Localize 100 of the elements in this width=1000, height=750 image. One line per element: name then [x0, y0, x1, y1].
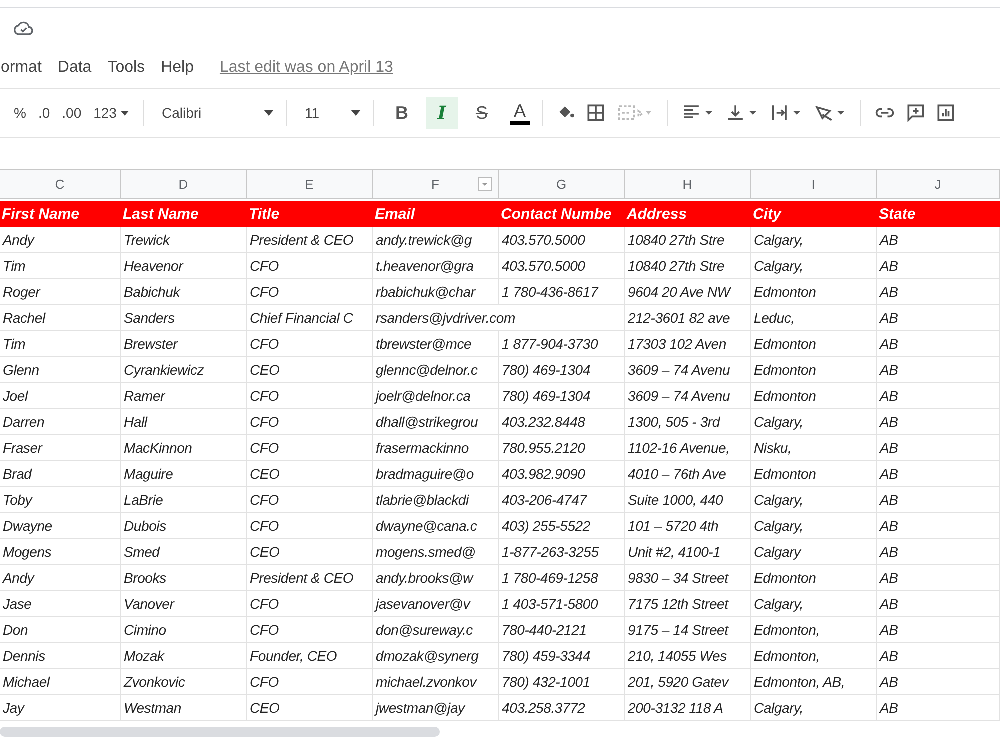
- table-cell: Tim: [3, 336, 26, 352]
- table-cell: Calgary,: [754, 414, 804, 430]
- table-cell: tbrewster@mce: [376, 336, 472, 352]
- table-cell: mogens.smed@: [376, 544, 476, 560]
- number-format-dropdown[interactable]: 123: [92, 105, 131, 121]
- header-cell: State: [877, 201, 1000, 227]
- menu-item[interactable]: ormat: [1, 57, 42, 79]
- table-cell: michael.zvonkov: [376, 674, 476, 690]
- menu-item[interactable]: Tools: [108, 57, 146, 79]
- table-cell: CFO: [250, 440, 279, 456]
- table-cell: AB: [880, 648, 898, 664]
- table-cell: AB: [880, 518, 898, 534]
- table-cell: 10840 27th Stre: [628, 258, 725, 274]
- table-cell: AB: [880, 414, 898, 430]
- table-cell: Edmonton: [754, 284, 816, 300]
- horizontal-scrollbar[interactable]: [0, 727, 440, 737]
- text-style-button[interactable]: I: [426, 97, 458, 129]
- font-size-dropdown[interactable]: 11: [304, 105, 361, 121]
- column-header[interactable]: J: [877, 170, 1000, 199]
- table-cell: 201, 5920 Gatev: [628, 674, 729, 690]
- column-header[interactable]: F: [373, 170, 499, 199]
- table-cell: Unit #2, 4100-1: [628, 544, 721, 560]
- table-cell: Calgary,: [754, 258, 804, 274]
- table-cell: joelr@delnor.ca: [376, 388, 471, 404]
- table-cell: 9604 20 Ave NW: [628, 284, 730, 300]
- table-cell: Heavenor: [124, 258, 184, 274]
- table-cell: Edmonton,: [754, 622, 820, 638]
- table-cell: Jay: [3, 700, 24, 716]
- table-cell: AB: [880, 544, 898, 560]
- table-cell: AB: [880, 700, 898, 716]
- table-cell: 10840 27th Stre: [628, 232, 725, 248]
- column-header[interactable]: D: [121, 170, 247, 199]
- table-cell: dhall@strikegrou: [376, 414, 478, 430]
- table-cell: tlabrie@blackdi: [376, 492, 469, 508]
- table-cell: Brad: [3, 466, 32, 482]
- table-cell: 1102-16 Avenue,: [628, 440, 730, 456]
- table-cell: Rachel: [3, 310, 46, 326]
- table-cell: 1 877-904-3730: [502, 336, 598, 352]
- column-header[interactable]: H: [625, 170, 751, 199]
- table-cell: CFO: [250, 596, 279, 612]
- table-cell: President & CEO: [250, 570, 354, 586]
- text-color-button[interactable]: A: [510, 101, 530, 125]
- increase-decimal-button[interactable]: .00: [60, 105, 84, 121]
- table-cell: 403.570.5000: [502, 232, 586, 248]
- table-cell: Sanders: [124, 310, 175, 326]
- table-cell: Andy: [3, 570, 34, 586]
- table-cell: Mogens: [3, 544, 52, 560]
- table-cell: CFO: [250, 284, 279, 300]
- table-cell: Toby: [3, 492, 32, 508]
- menu-item[interactable]: Help: [161, 57, 194, 79]
- last-edit-link[interactable]: Last edit was on April 13: [220, 59, 394, 77]
- table-cell: 780) 459-3344: [502, 648, 590, 664]
- table-cell: rsanders@jvdriver.com: [376, 310, 516, 326]
- table-cell: 200-3132 118 A: [628, 700, 724, 716]
- decrease-decimal-button[interactable]: .0: [36, 105, 52, 121]
- table-cell: Ramer: [124, 388, 166, 404]
- table-cell: Brooks: [124, 570, 166, 586]
- caret-icon: [264, 110, 274, 116]
- table-cell: andy.brooks@w: [376, 570, 473, 586]
- table-cell: Dwayne: [3, 518, 52, 534]
- table-cell: Zvonkovic: [124, 674, 186, 690]
- menu-item[interactable]: Data: [58, 57, 92, 79]
- table-cell: Jase: [3, 596, 32, 612]
- text-style-button[interactable]: S: [466, 97, 498, 129]
- column-header[interactable]: E: [247, 170, 373, 199]
- table-cell: Dubois: [124, 518, 166, 534]
- table-cell: Edmonton: [754, 388, 816, 404]
- header-cell: First Name: [0, 201, 121, 227]
- table-cell: Nisku,: [754, 440, 792, 456]
- table-cell: Founder, CEO: [250, 648, 338, 664]
- table-cell: LaBrie: [124, 492, 164, 508]
- column-header[interactable]: C: [0, 170, 121, 199]
- header-cell: City: [751, 201, 877, 227]
- column-header[interactable]: I: [751, 170, 877, 199]
- table-cell: 780) 469-1304: [502, 362, 590, 378]
- table-cell: 780-440-2121: [502, 622, 587, 638]
- table-cell: 3609 – 74 Avenu: [628, 388, 730, 404]
- table-cell: 4010 – 76th Ave: [628, 466, 726, 482]
- table-cell: AB: [880, 570, 898, 586]
- table-cell: Westman: [124, 700, 182, 716]
- filter-dropdown-icon[interactable]: [478, 177, 492, 191]
- table-cell: CEO: [250, 362, 280, 378]
- font-dropdown[interactable]: Calibri: [162, 105, 274, 121]
- table-cell: AB: [880, 440, 898, 456]
- table-cell: Babichuk: [124, 284, 180, 300]
- table-cell: glennc@delnor.c: [376, 362, 478, 378]
- header-cell: Address: [625, 201, 751, 227]
- table-cell: 1 780-469-1258: [502, 570, 598, 586]
- column-header[interactable]: G: [499, 170, 625, 199]
- table-cell: 17303 102 Aven: [628, 336, 726, 352]
- percent-button[interactable]: %: [12, 105, 28, 121]
- table-cell: Leduc,: [754, 310, 795, 326]
- table-cell: Chief Financial C: [250, 310, 354, 326]
- text-style-button[interactable]: B: [386, 97, 418, 129]
- table-cell: Joel: [3, 388, 28, 404]
- table-cell: Edmonton: [754, 466, 816, 482]
- table-cell: 403) 255-5522: [502, 518, 590, 534]
- table-cell: dwayne@cana.c: [376, 518, 478, 534]
- table-cell: Tim: [3, 258, 26, 274]
- table-cell: Don: [3, 622, 28, 638]
